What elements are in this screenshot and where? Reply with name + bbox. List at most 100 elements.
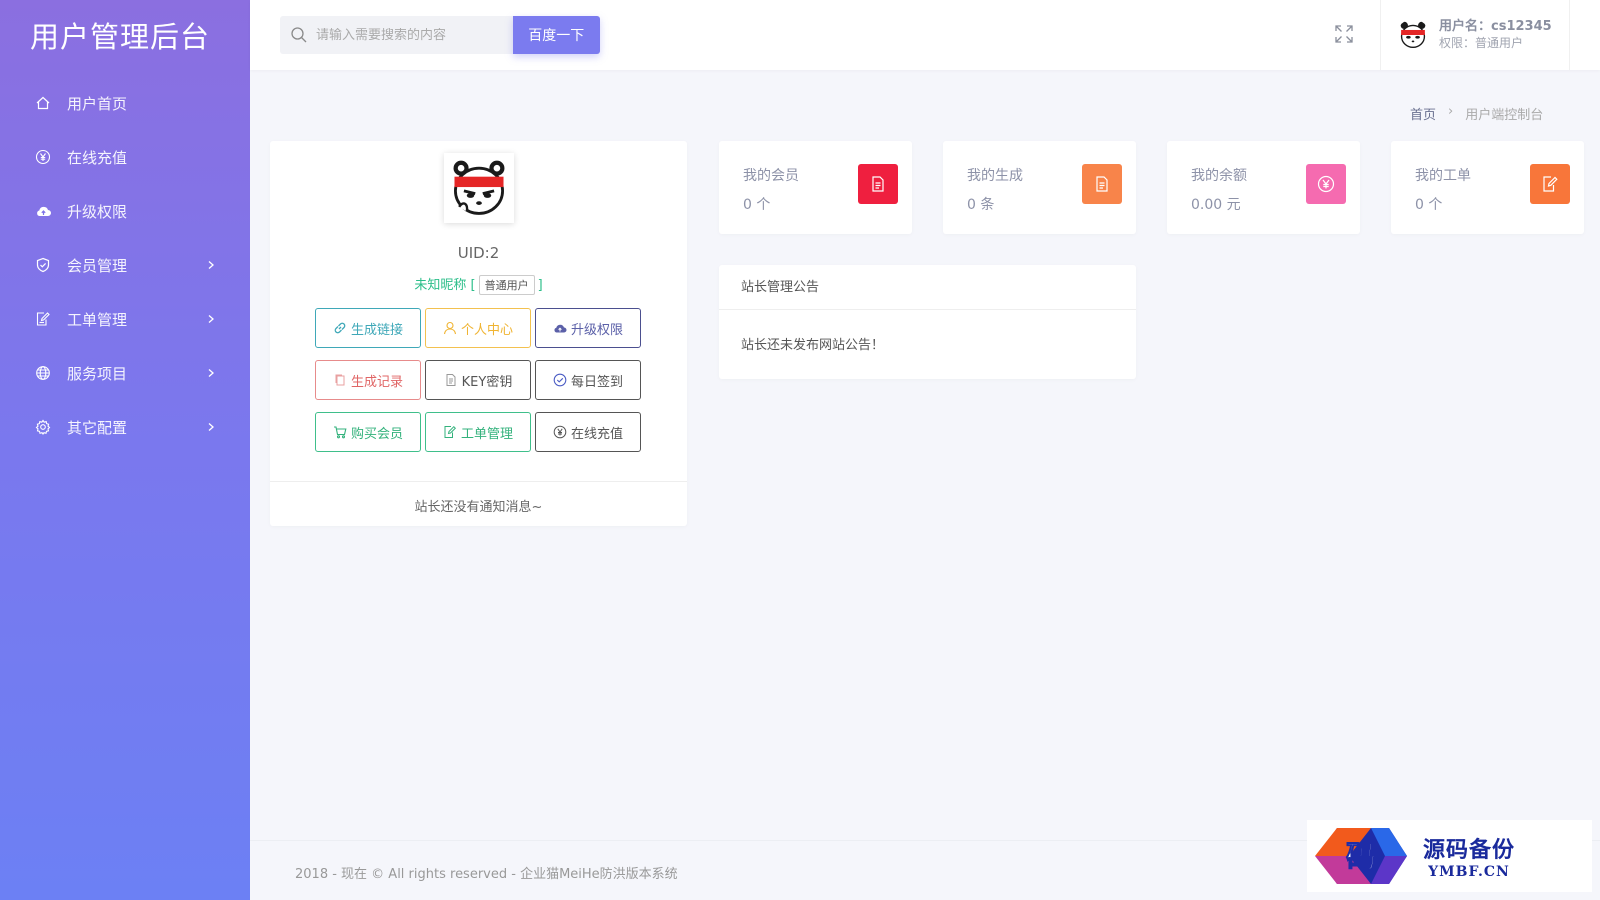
gear-icon — [34, 418, 52, 436]
user-info: 用户名：cs12345 权限：普通用户 — [1439, 19, 1552, 51]
profile-card: UID:2 未知昵称 [普通用户] 生成链接 个人中心 升级权限 生成记录 KE… — [270, 141, 687, 526]
button-label: 生成链接 — [350, 322, 403, 338]
profile-avatar — [444, 153, 514, 223]
sidebar-item-label: 工单管理 — [67, 310, 128, 329]
nickname-line: 未知昵称 [普通用户] — [270, 274, 687, 295]
user-icon — [443, 321, 457, 335]
edit-doc-icon — [444, 425, 456, 438]
upgrade-button[interactable]: 升级权限 — [535, 308, 641, 348]
breadcrumb-separator: › — [1448, 104, 1454, 119]
breadcrumb: 首页 › 用户端控制台 — [1410, 104, 1543, 123]
sidebar-item-tickets[interactable]: 工单管理 — [0, 292, 250, 346]
sidebar-item-recharge[interactable]: 在线充值 — [0, 130, 250, 184]
yen-circle-icon — [1306, 164, 1346, 204]
profile-notification: 站长还没有通知消息~ — [270, 481, 687, 526]
bracket-open: [ — [470, 278, 476, 293]
watermark-cn: 源码备份 — [1423, 837, 1516, 863]
stat-value: 0 个 — [1415, 197, 1443, 213]
sidebar-item-label: 在线充值 — [67, 148, 128, 167]
announcement-body: 站长还未发布网站公告！ — [741, 338, 885, 353]
check-circle-icon — [553, 373, 567, 387]
svg-text:码: 码 — [1346, 840, 1376, 875]
stat-card-generated: 我的生成 0 条 — [943, 141, 1136, 234]
watermark-logo: 码 源码备份 YMBF.CN — [1307, 820, 1592, 892]
user-uid: UID:2 — [457, 244, 500, 262]
chevron-right-icon — [208, 423, 214, 431]
role-tag: 普通用户 — [478, 275, 535, 295]
yen-circle-icon — [34, 148, 52, 166]
stat-card-membership: 我的会员 0 个 — [719, 141, 912, 234]
breadcrumb-home[interactable]: 首页 — [1410, 104, 1436, 123]
sidebar-item-label: 其它配置 — [67, 418, 128, 437]
sidebar-item-settings[interactable]: 其它配置 — [0, 400, 250, 454]
stat-label: 我的生成 — [967, 168, 1023, 184]
document-icon — [1082, 164, 1122, 204]
document-icon — [858, 164, 898, 204]
button-label: 购买会员 — [350, 426, 403, 442]
user-menu[interactable]: 用户名：cs12345 权限：普通用户 — [1380, 0, 1570, 70]
button-label: KEY密钥 — [461, 374, 513, 390]
button-label: 在线充值 — [570, 426, 623, 442]
search-button[interactable]: 百度一下 — [512, 16, 600, 54]
brand-title: 用户管理后台 — [30, 20, 211, 54]
ticket-management-button[interactable]: 工单管理 — [425, 412, 531, 452]
avatar — [1397, 19, 1429, 51]
sidebar-item-services[interactable]: 服务项目 — [0, 346, 250, 400]
user-name: 用户名：cs12345 — [1439, 19, 1552, 34]
announcement-card: 站长管理公告 站长还未发布网站公告！ — [719, 265, 1136, 379]
stat-value: 0 条 — [967, 197, 995, 213]
home-icon — [34, 94, 52, 112]
announcement-title: 站长管理公告 — [719, 265, 1136, 310]
key-button[interactable]: KEY密钥 — [425, 360, 531, 400]
search-icon — [291, 27, 307, 43]
button-label: 升级权限 — [570, 322, 623, 338]
sidebar-item-members[interactable]: 会员管理 — [0, 238, 250, 292]
copyright-text: 2018 - 现在 © All rights reserved - 企业猫Mei… — [295, 867, 678, 882]
chevron-right-icon — [208, 315, 214, 323]
chevron-right-icon — [208, 261, 214, 269]
watermark-en: YMBF.CN — [1428, 864, 1510, 880]
top-header: 百度一下 用户名：cs12345 权限：普通用户 — [250, 0, 1600, 70]
edit-doc-icon — [34, 310, 52, 328]
yen-circle-icon — [553, 425, 567, 439]
sidebar-item-label: 用户首页 — [67, 94, 128, 113]
user-role: 权限：普通用户 — [1439, 36, 1524, 50]
generate-link-button[interactable]: 生成链接 — [315, 308, 421, 348]
search-box — [280, 16, 513, 54]
stat-value: 0.00 元 — [1191, 197, 1241, 213]
search-bar: 百度一下 — [280, 16, 600, 54]
sidebar-item-label: 会员管理 — [67, 256, 128, 275]
stat-label: 我的工单 — [1415, 168, 1471, 184]
generate-record-button[interactable]: 生成记录 — [315, 360, 421, 400]
cart-icon — [333, 426, 347, 439]
daily-checkin-button[interactable]: 每日签到 — [535, 360, 641, 400]
sidebar: 用户管理后台 用户首页 在线充值 升级权限 会员管理 工单管理 服务项目 其它配… — [0, 0, 250, 900]
button-label: 个人中心 — [460, 322, 513, 338]
sidebar-item-label: 服务项目 — [67, 364, 128, 383]
cloud-upload-icon — [554, 324, 567, 333]
nickname: 未知昵称 — [414, 278, 467, 293]
sidebar-item-label: 升级权限 — [67, 202, 128, 221]
watermark-text: 源码备份 YMBF.CN — [1423, 832, 1515, 880]
stat-value: 0 个 — [743, 197, 771, 213]
file-icon — [446, 374, 456, 386]
stat-label: 我的余额 — [1191, 168, 1247, 184]
link-icon — [334, 322, 346, 334]
stat-label: 我的会员 — [743, 168, 799, 184]
sidebar-item-upgrade[interactable]: 升级权限 — [0, 184, 250, 238]
sidebar-item-home[interactable]: 用户首页 — [0, 76, 250, 130]
online-recharge-button[interactable]: 在线充值 — [535, 412, 641, 452]
button-label: 工单管理 — [460, 426, 513, 442]
search-input[interactable] — [316, 27, 506, 43]
copy-icon — [335, 374, 345, 386]
watermark-emblem-icon: 码 — [1315, 828, 1407, 884]
cloud-upload-icon — [34, 202, 52, 220]
stat-card-tickets: 我的工单 0 个 — [1391, 141, 1584, 234]
personal-center-button[interactable]: 个人中心 — [425, 308, 531, 348]
breadcrumb-current: 用户端控制台 — [1465, 108, 1544, 123]
globe-icon — [34, 364, 52, 382]
buy-membership-button[interactable]: 购买会员 — [315, 412, 421, 452]
fullscreen-icon[interactable] — [1334, 24, 1354, 44]
quick-actions: 生成链接 个人中心 升级权限 生成记录 KEY密钥 每日签到 购买会员 工单管理… — [315, 308, 645, 452]
chevron-right-icon — [208, 369, 214, 377]
